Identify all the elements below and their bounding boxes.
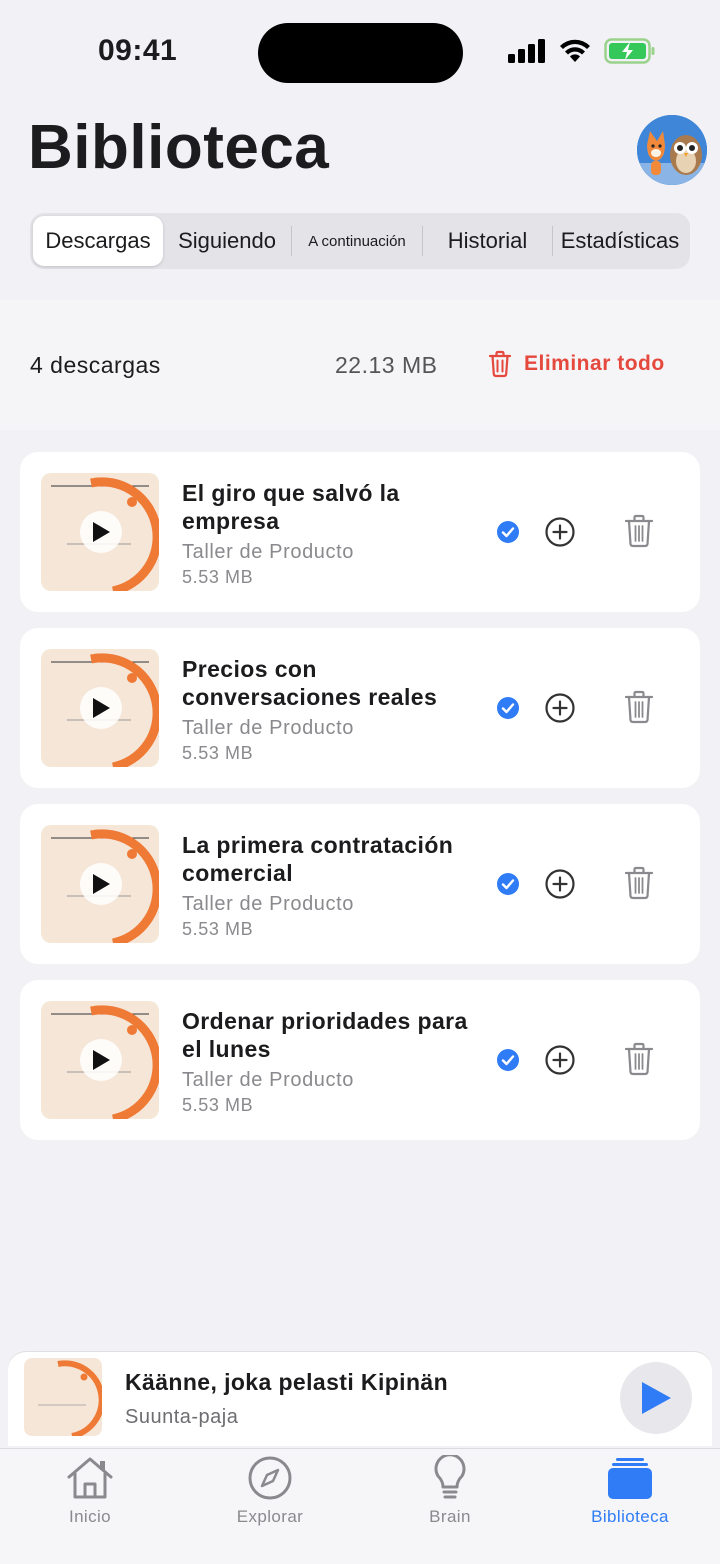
file-size: 5.53 MB: [182, 743, 254, 763]
profile-avatar[interactable]: [637, 115, 707, 185]
tab-estadisticas[interactable]: Estadísticas: [553, 216, 687, 266]
episode-title: La primera contratación comercial: [182, 832, 454, 886]
tab-descargas[interactable]: Descargas: [33, 216, 163, 266]
delete-all-label: Eliminar todo: [524, 352, 665, 375]
downloads-list: El giro que salvó la empresa Taller de P…: [20, 452, 700, 1156]
tab-label: Biblioteca: [591, 1507, 669, 1526]
episode-artwork: [41, 1001, 159, 1119]
add-to-queue-icon[interactable]: [544, 516, 576, 548]
trash-icon[interactable]: [624, 514, 654, 548]
trash-icon[interactable]: [624, 866, 654, 900]
episode-title: Ordenar prioridades para el lunes: [182, 1008, 468, 1062]
status-bar: 09:41: [0, 0, 720, 100]
file-size: 5.53 MB: [182, 919, 254, 939]
podcast-name: Taller de Producto: [182, 541, 355, 563]
play-icon[interactable]: [80, 1039, 122, 1081]
download-count: 4 descargas: [30, 352, 161, 378]
downloaded-check-icon: [497, 873, 519, 895]
mini-player[interactable]: Käänne, joka pelasti Kipinän Suunta-paja: [8, 1352, 712, 1446]
downloaded-check-icon: [497, 697, 519, 719]
add-to-queue-icon[interactable]: [544, 1044, 576, 1076]
status-icons: [508, 38, 656, 64]
tab-brain[interactable]: Brain: [360, 1449, 540, 1564]
now-playing-title: Käänne, joka pelasti Kipinän: [125, 1369, 449, 1395]
download-item[interactable]: Precios con conversaciones reales Taller…: [20, 628, 700, 788]
downloaded-check-icon: [497, 521, 519, 543]
play-button[interactable]: [620, 1362, 692, 1434]
tab-label: Brain: [429, 1507, 471, 1526]
downloaded-check-icon: [497, 1049, 519, 1071]
play-icon[interactable]: [80, 687, 122, 729]
lightbulb-icon: [434, 1455, 466, 1499]
episode-title: Precios con conversaciones reales: [182, 656, 438, 710]
tab-inicio[interactable]: Inicio: [0, 1449, 180, 1564]
trash-icon: [488, 350, 512, 378]
episode-artwork: [41, 473, 159, 591]
home-icon: [67, 1457, 113, 1499]
library-icon: [608, 1458, 652, 1499]
downloads-summary: 4 descargas 22.13 MB Eliminar todo: [0, 300, 720, 430]
total-size: 22.13 MB: [335, 352, 438, 378]
tab-biblioteca[interactable]: Biblioteca: [540, 1449, 720, 1564]
podcast-name: Taller de Producto: [182, 893, 355, 915]
now-playing-artwork: [24, 1358, 102, 1436]
battery-charging-icon: [604, 38, 655, 64]
status-time: 09:41: [98, 34, 178, 67]
podcast-name: Taller de Producto: [182, 1069, 355, 1091]
play-icon: [642, 1382, 671, 1414]
tab-bar: Inicio Explorar Brain Biblioteca: [0, 1448, 720, 1564]
episode-title: El giro que salvó la empresa: [182, 480, 400, 534]
download-item[interactable]: La primera contratación comercial Taller…: [20, 804, 700, 964]
avatar-illustration-icon: [637, 115, 707, 185]
play-icon[interactable]: [80, 511, 122, 553]
now-playing-subtitle: Suunta-paja: [125, 1406, 239, 1428]
episode-artwork: [41, 825, 159, 943]
tab-label: Inicio: [68, 1507, 112, 1526]
tab-label: Explorar: [236, 1507, 304, 1526]
cellular-signal-icon: [508, 39, 545, 63]
artwork-graphic: [38, 1360, 102, 1436]
podcast-name: Taller de Producto: [182, 717, 355, 739]
wifi-icon: [560, 39, 590, 62]
compass-icon: [248, 1456, 292, 1500]
trash-icon[interactable]: [624, 1042, 654, 1076]
page-title: Biblioteca: [28, 113, 330, 182]
download-item[interactable]: Ordenar prioridades para el lunes Taller…: [20, 980, 700, 1140]
tab-explorar[interactable]: Explorar: [180, 1449, 360, 1564]
download-item[interactable]: El giro que salvó la empresa Taller de P…: [20, 452, 700, 612]
tab-historial[interactable]: Historial: [423, 216, 552, 266]
dynamic-island: [258, 23, 463, 83]
file-size: 5.53 MB: [182, 1095, 254, 1115]
trash-icon[interactable]: [624, 690, 654, 724]
library-tabs: Descargas Siguiendo A continuación Histo…: [30, 213, 690, 269]
tab-siguiendo[interactable]: Siguiendo: [163, 216, 291, 266]
file-size: 5.53 MB: [182, 567, 254, 587]
delete-all-button[interactable]: Eliminar todo: [488, 350, 665, 378]
play-icon[interactable]: [80, 863, 122, 905]
add-to-queue-icon[interactable]: [544, 692, 576, 724]
add-to-queue-icon[interactable]: [544, 868, 576, 900]
tab-a-continuacion[interactable]: A continuación: [292, 216, 422, 266]
episode-artwork: [41, 649, 159, 767]
